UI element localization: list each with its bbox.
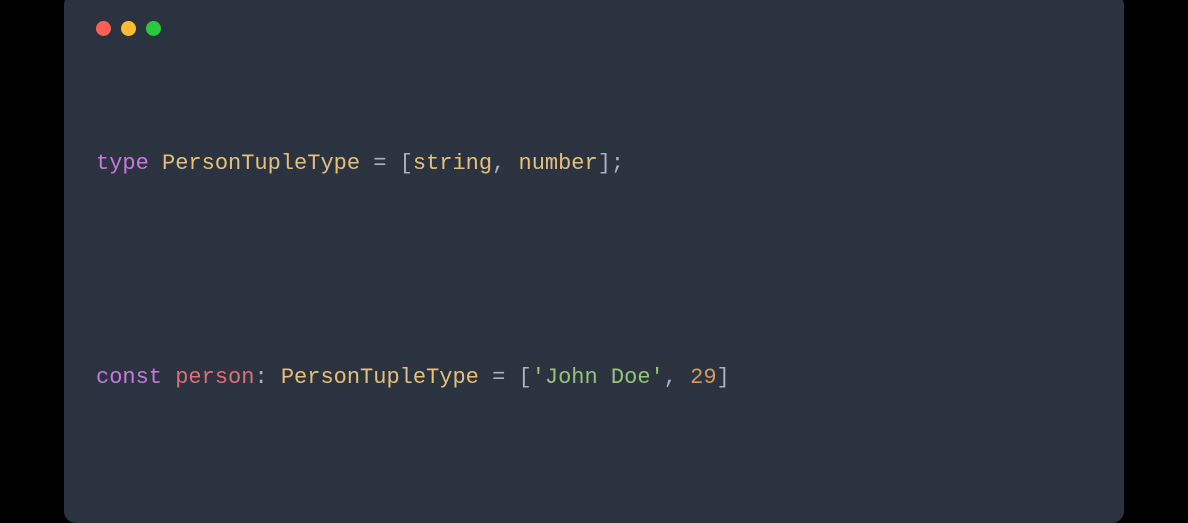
close-icon[interactable] (96, 21, 111, 36)
colon: : (254, 365, 267, 390)
variable-name: person (175, 365, 254, 390)
whitespace (677, 365, 690, 390)
maximize-icon[interactable] (146, 21, 161, 36)
bracket-open: [ (519, 365, 532, 390)
type-annotation: PersonTupleType (281, 365, 479, 390)
number-literal: 29 (690, 365, 716, 390)
code-line-2: const person: PersonTupleType = ['John D… (96, 360, 1092, 395)
bracket-close-semi: ]; (598, 151, 624, 176)
bracket-close: ] (717, 365, 730, 390)
window-controls (96, 21, 1092, 36)
code-window: type PersonTupleType = [string, number];… (64, 0, 1124, 523)
keyword-const: const (96, 365, 162, 390)
type-string: string (413, 151, 492, 176)
equals: = (373, 151, 386, 176)
equals: = (492, 365, 505, 390)
code-content: type PersonTupleType = [string, number];… (96, 76, 1092, 476)
whitespace (505, 365, 518, 390)
comma: , (664, 365, 677, 390)
code-line-1: type PersonTupleType = [string, number]; (96, 146, 1092, 181)
bracket-open: [ (400, 151, 413, 176)
type-number: number (519, 151, 598, 176)
string-literal: 'John Doe' (532, 365, 664, 390)
whitespace (505, 151, 518, 176)
whitespace (386, 151, 399, 176)
whitespace (149, 151, 162, 176)
minimize-icon[interactable] (121, 21, 136, 36)
blank-line (96, 262, 1092, 290)
comma: , (492, 151, 505, 176)
whitespace (479, 365, 492, 390)
whitespace (360, 151, 373, 176)
whitespace (162, 365, 175, 390)
whitespace (268, 365, 281, 390)
type-name: PersonTupleType (162, 151, 360, 176)
keyword-type: type (96, 151, 149, 176)
